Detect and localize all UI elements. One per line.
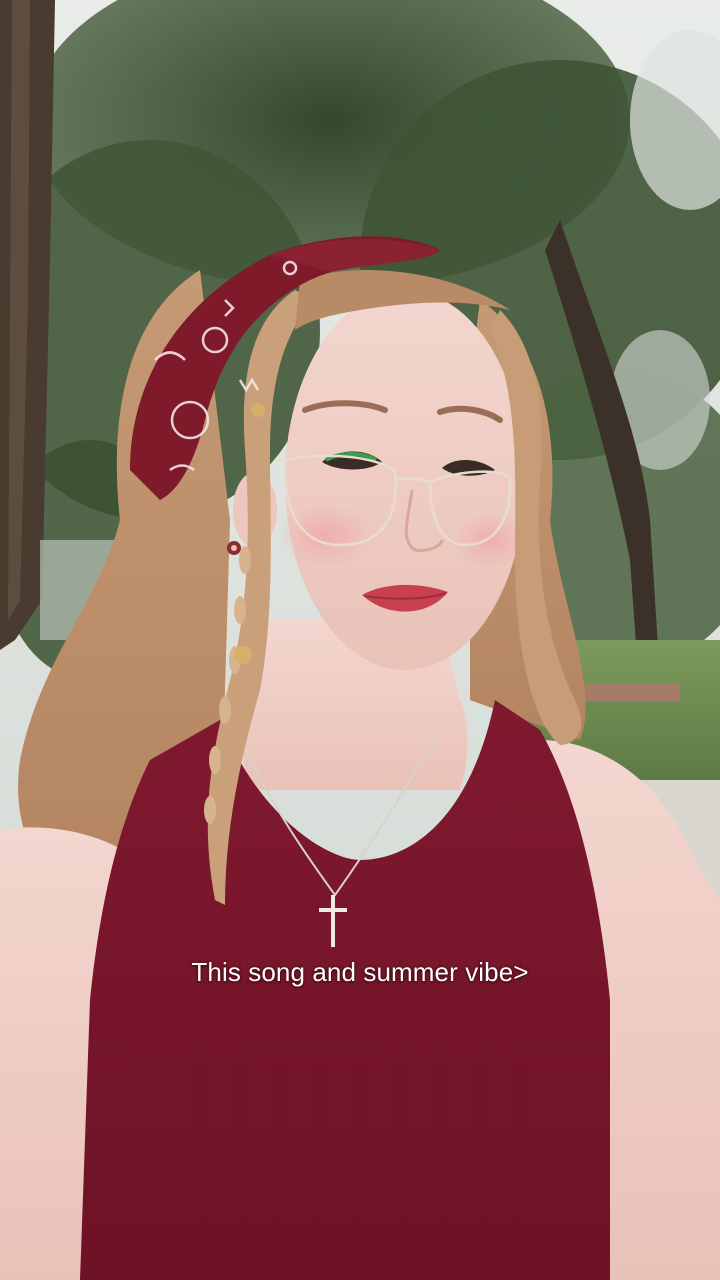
video-frame-image (0, 0, 720, 1280)
video-player[interactable]: This song and summer vibe> (0, 0, 720, 1280)
video-caption: This song and summer vibe> (191, 957, 529, 987)
